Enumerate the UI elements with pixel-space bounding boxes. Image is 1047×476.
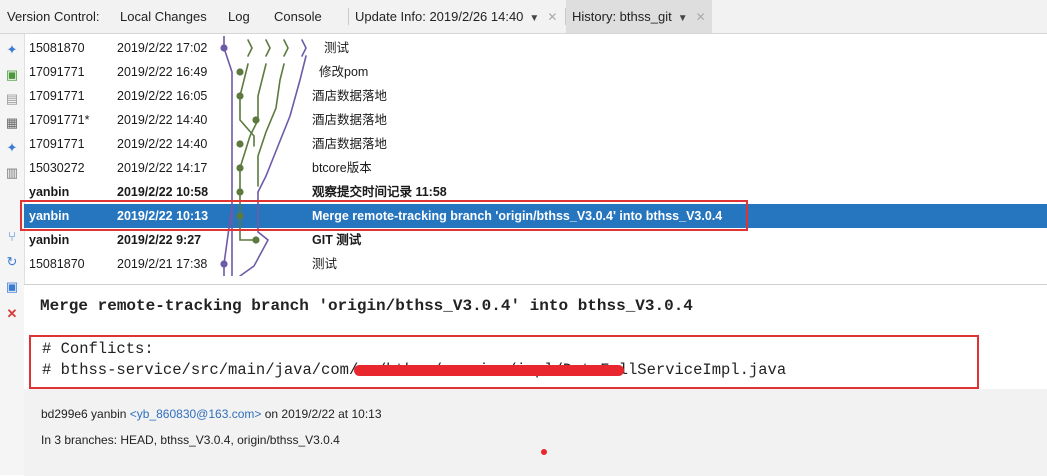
- commit-author: 17091771*: [29, 113, 90, 127]
- graph-lane: [239, 107, 255, 147]
- graph-lane: [265, 39, 271, 57]
- tab-history-label: History: bthss_git: [572, 9, 672, 24]
- commit-meta-line: bd299e6 yanbin <yb_860830@163.com> on 20…: [41, 407, 382, 421]
- tool-window-tab-bar: Version Control: Local Changes Log Conso…: [0, 0, 1047, 34]
- commit-hash-author: bd299e6 yanbin: [41, 407, 127, 421]
- commit-date: 2019/2/22 16:05: [117, 89, 208, 103]
- chevron-down-icon[interactable]: ▼: [678, 2, 688, 35]
- red-dot-marker: [541, 449, 547, 455]
- pin-icon[interactable]: ✦: [4, 42, 20, 58]
- commit-row[interactable]: 15081870 2019/2/22 17:02 测试: [24, 36, 1047, 60]
- commit-meta: bd299e6 yanbin <yb_860830@163.com> on 20…: [24, 389, 1047, 476]
- commit-date: 2019/2/22 14:17: [117, 161, 208, 175]
- graph-lane: [283, 39, 289, 57]
- annotation-box: [20, 200, 748, 231]
- commit-author: 15081870: [29, 257, 85, 271]
- commit-row[interactable]: 17091771 2019/2/22 16:05 酒店数据落地: [24, 84, 1047, 108]
- author-email-link[interactable]: <yb_860830@163.com>: [130, 407, 262, 421]
- commit-row[interactable]: 15030272 2019/2/22 14:17 btcore版本: [24, 156, 1047, 180]
- graph-node: [252, 236, 260, 244]
- graph-node: [236, 164, 244, 172]
- graph-node: [236, 68, 244, 76]
- commit-date: 2019/2/22 14:40: [117, 137, 208, 151]
- terminal-icon[interactable]: ▣: [4, 279, 20, 295]
- close-icon[interactable]: ✕: [547, 1, 557, 34]
- commit-date-detail: on 2019/2/22 at 10:13: [264, 407, 382, 421]
- graph-lane: [247, 39, 253, 57]
- commit-row[interactable]: 17091771* 2019/2/22 14:40 酒店数据落地: [24, 108, 1047, 132]
- redaction-mark: [354, 365, 624, 376]
- close-icon[interactable]: ✕: [4, 306, 20, 322]
- file-icon[interactable]: ▥: [4, 165, 20, 181]
- conflicts-line: # Conflicts:: [42, 340, 154, 358]
- tab-log[interactable]: Log: [228, 0, 250, 33]
- graph-node: [252, 116, 260, 124]
- version-control-label: Version Control:: [7, 9, 100, 24]
- tab-update-info[interactable]: Update Info: 2019/2/26 14:40 ▼ ✕: [355, 0, 557, 33]
- commit-row[interactable]: 17091771 2019/2/22 16:49 修改pom: [24, 60, 1047, 84]
- commit-date: 2019/2/21 17:38: [117, 257, 208, 271]
- commit-row[interactable]: 15081870 2019/2/21 17:38 测试: [24, 252, 1047, 276]
- commit-branches: In 3 branches: HEAD, bthss_V3.0.4, origi…: [41, 433, 340, 447]
- graph-node: [236, 140, 244, 148]
- commit-subject: Merge remote-tracking branch 'origin/bth…: [40, 297, 693, 315]
- paste-icon[interactable]: ▤: [4, 91, 20, 107]
- merge-icon[interactable]: ✦: [4, 140, 20, 156]
- commit-author: 17091771: [29, 137, 85, 151]
- graph-node: [236, 188, 244, 196]
- commit-author: yanbin: [29, 233, 70, 247]
- commit-details-panel: Merge remote-tracking branch 'origin/bth…: [24, 284, 1047, 476]
- graph-lane: [301, 39, 307, 57]
- graph-node: [220, 260, 228, 268]
- commit-graph: [220, 36, 307, 276]
- left-toolbar: ✦ ▣ ▤ ▦ ✦ ▥ ⑂ ↻ ▣ ✕: [0, 34, 25, 475]
- refresh-icon[interactable]: ↻: [4, 254, 20, 270]
- commit-date: 2019/2/22 17:02: [117, 41, 208, 55]
- tab-update-info-label: Update Info: 2019/2/26 14:40: [355, 9, 524, 24]
- commit-date: 2019/2/22 16:49: [117, 65, 208, 79]
- commit-author: 17091771: [29, 65, 85, 79]
- commit-date: 2019/2/22 14:40: [117, 113, 208, 127]
- copy-icon[interactable]: ▦: [4, 115, 20, 131]
- commit-row[interactable]: yanbin 2019/2/22 9:27 GIT 测试: [24, 228, 1047, 252]
- close-icon[interactable]: ✕: [696, 1, 706, 34]
- commit-date: 2019/2/22 9:27: [117, 233, 202, 247]
- graph-node: [236, 92, 244, 100]
- graph-node: [220, 44, 228, 52]
- chevron-down-icon[interactable]: ▼: [529, 2, 539, 35]
- commit-message: 修改pom: [319, 65, 369, 79]
- add-icon[interactable]: ▣: [4, 67, 20, 83]
- branch-icon[interactable]: ⑂: [4, 229, 20, 245]
- commit-row[interactable]: 17091771 2019/2/22 14:40 酒店数据落地: [24, 132, 1047, 156]
- tab-console[interactable]: Console: [274, 0, 322, 33]
- tab-divider: [348, 8, 349, 25]
- commit-message: 测试: [324, 41, 350, 55]
- tab-local-changes[interactable]: Local Changes: [120, 0, 207, 33]
- tab-history[interactable]: History: bthss_git ▼ ✕: [566, 0, 712, 33]
- commit-author: 15030272: [29, 161, 85, 175]
- graph-lane: [257, 55, 307, 193]
- commit-author: 17091771: [29, 89, 85, 103]
- commit-author: 15081870: [29, 41, 85, 55]
